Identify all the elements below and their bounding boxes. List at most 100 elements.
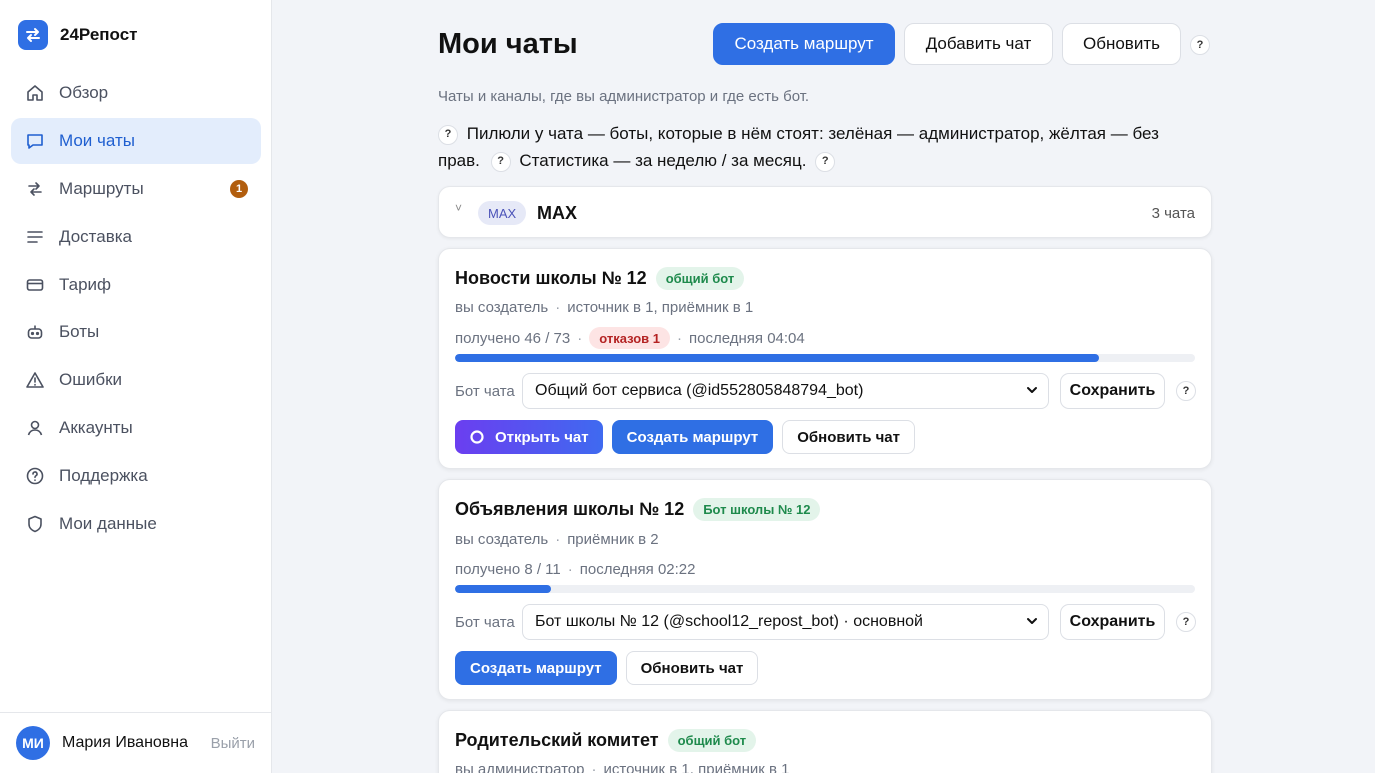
help-button[interactable]: ? — [1190, 35, 1210, 55]
help-button[interactable]: ? — [438, 124, 458, 145]
logout-link[interactable]: Выйти — [211, 735, 255, 752]
sidebar-item-label: Мои чаты — [59, 130, 135, 150]
chat-title: Родительский комитет общий бот — [455, 729, 757, 752]
bot-pill: общий бот — [667, 729, 757, 752]
bot-select[interactable]: Общий бот сервиса (@id552805848794_bot) — [522, 373, 1049, 409]
bot-label: Бот чата — [455, 382, 515, 400]
bot-pill: общий бот — [655, 267, 745, 290]
page-title: Мои чаты — [438, 28, 578, 60]
chat-role: вы создатель — [455, 299, 549, 316]
home-icon — [25, 83, 45, 103]
sidebar-item-my-chats[interactable]: Мои чаты — [11, 117, 261, 164]
chat-card: Объявления школы № 12 Бот школы № 12 вы … — [438, 479, 1212, 700]
delivery-progress — [455, 354, 1195, 362]
sidebar: 24Репост Обзор Мои чаты Маршруты 1 Доста… — [0, 0, 272, 773]
sidebar-item-label: Обзор — [59, 83, 109, 102]
rejects-badge: отказов 1 — [589, 327, 671, 349]
chat-name: Объявления школы № 12 — [455, 499, 685, 519]
brand[interactable]: 24Репост — [18, 20, 138, 50]
chat-actions: Открыть чат Создать маршрут Обновить чат — [455, 420, 915, 454]
separator-dot: · — [677, 329, 683, 347]
last-message-time: последняя 02:22 — [579, 561, 696, 578]
sidebar-item-support[interactable]: Поддержка — [11, 453, 261, 499]
save-bot-button[interactable]: Сохранить — [1060, 373, 1165, 409]
separator-dot: · — [555, 299, 561, 316]
avatar[interactable]: МИ — [16, 726, 50, 760]
chat-meta: вы создатель · приёмник в 2 — [455, 531, 659, 548]
bot-icon — [25, 322, 45, 342]
sidebar-item-delivery[interactable]: Доставка — [11, 214, 261, 260]
sidebar-item-label: Боты — [59, 322, 100, 342]
save-bot-button[interactable]: Сохранить — [1060, 604, 1165, 640]
chat-role: вы администратор — [455, 761, 585, 773]
help-button[interactable]: ? — [490, 151, 511, 172]
sidebar-item-label: Доставка — [59, 226, 133, 246]
bot-selector-row: Бот чата Общий бот сервиса (@id552805848… — [455, 373, 1196, 409]
chat-links: источник в 1, приёмник в 1 — [567, 299, 754, 316]
help-button[interactable]: ? — [1176, 381, 1196, 401]
card-icon — [25, 275, 45, 295]
sidebar-item-label: Тариф — [59, 274, 112, 294]
sidebar-item-errors[interactable]: Ошибки — [11, 357, 261, 403]
sidebar-item-my-data[interactable]: Мои данные — [11, 501, 261, 547]
max-messenger-icon — [469, 429, 485, 445]
received-count: получено 8 / 11 — [455, 561, 561, 578]
sidebar-item-accounts[interactable]: Аккаунты — [11, 405, 261, 451]
chevron-down-icon — [1026, 615, 1038, 630]
user-icon — [25, 418, 45, 438]
chevron-down-icon[interactable]: ˅ — [455, 201, 462, 215]
separator-dot: · — [567, 561, 573, 578]
bot-select-value: Бот школы № 12 (@school12_repost_bot) · … — [535, 613, 923, 630]
chat-meta: вы создатель · источник в 1, приёмник в … — [455, 299, 753, 316]
chat-icon — [25, 131, 45, 151]
sidebar-item-label: Поддержка — [59, 466, 148, 486]
routes-count-badge: 1 — [230, 179, 248, 198]
create-route-button[interactable]: Создать маршрут — [455, 651, 617, 685]
sidebar-item-label: Мои данные — [59, 514, 157, 534]
sidebar-item-bots[interactable]: Боты — [11, 309, 261, 355]
sidebar-item-label: Маршруты — [59, 178, 144, 198]
chat-card: Родительский комитет общий бот вы админи… — [438, 710, 1212, 773]
bot-pill: Бот школы № 12 — [693, 498, 821, 521]
delivery-progress-fill — [455, 354, 1099, 362]
chat-card: Новости школы № 12 общий бот вы создател… — [438, 248, 1212, 469]
chat-name: Новости школы № 12 — [455, 268, 647, 288]
separator-dot: · — [555, 531, 561, 548]
bot-select[interactable]: Бот школы № 12 (@school12_repost_bot) · … — [522, 604, 1049, 640]
delivery-progress — [455, 585, 1195, 593]
chat-actions: Создать маршрут Обновить чат — [455, 651, 759, 685]
chat-stats: получено 46 / 73 · отказов 1 · последняя… — [455, 327, 805, 349]
chat-name: Родительский комитет — [455, 730, 659, 750]
refresh-button[interactable]: Обновить — [1062, 23, 1181, 65]
sidebar-item-tariff[interactable]: Тариф — [11, 262, 261, 308]
shield-icon — [25, 514, 45, 534]
help-button[interactable]: ? — [815, 151, 836, 172]
refresh-chat-button[interactable]: Обновить чат — [625, 651, 759, 685]
open-chat-label: Открыть чат — [495, 428, 589, 446]
help-circle-icon — [25, 466, 45, 486]
open-chat-button[interactable]: Открыть чат — [455, 420, 603, 454]
chat-links: приёмник в 2 — [567, 531, 659, 548]
delivery-progress-fill — [455, 585, 552, 593]
bot-selector-row: Бот чата Бот школы № 12 (@school12_repos… — [455, 604, 1196, 640]
help-button[interactable]: ? — [1176, 612, 1196, 632]
user-name: Мария Ивановна — [62, 734, 189, 751]
page-header: Мои чаты Создать маршрут Добавить чат Об… — [438, 22, 1212, 66]
add-chat-button[interactable]: Добавить чат — [904, 23, 1053, 65]
user-panel: МИ Мария Ивановна Выйти — [0, 712, 271, 773]
create-route-button[interactable]: Создать маршрут — [713, 23, 895, 65]
routes-icon — [25, 179, 45, 199]
chat-role: вы создатель — [455, 531, 549, 548]
create-route-button[interactable]: Создать маршрут — [611, 420, 774, 454]
sidebar-item-label: Аккаунты — [59, 418, 133, 438]
received-count: получено 46 / 73 — [455, 329, 571, 347]
messenger-group-header[interactable]: ˅ MAX MAX 3 чата — [438, 186, 1212, 238]
refresh-chat-button[interactable]: Обновить чат — [782, 420, 915, 454]
sidebar-item-routes[interactable]: Маршруты 1 — [11, 166, 261, 212]
chat-title: Новости школы № 12 общий бот — [455, 267, 745, 290]
sidebar-nav: Обзор Мои чаты Маршруты 1 Доставка Тариф… — [11, 70, 261, 549]
sidebar-item-overview[interactable]: Обзор — [11, 70, 261, 116]
list-icon — [25, 227, 45, 247]
page-subtitle: Чаты и каналы, где вы администратор и гд… — [438, 88, 810, 105]
repost-logo-icon — [18, 20, 48, 50]
